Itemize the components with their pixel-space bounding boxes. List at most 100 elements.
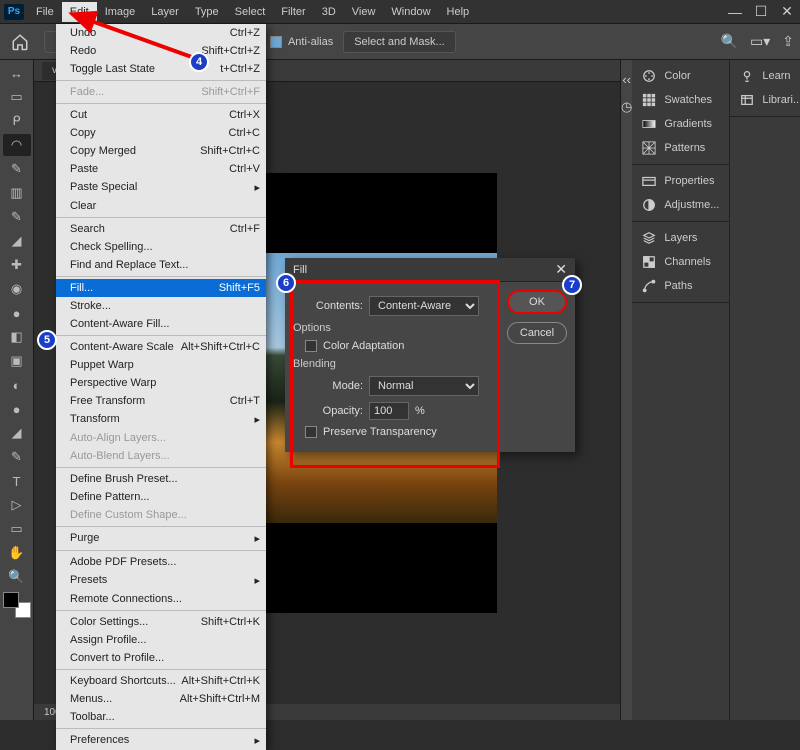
menu-item-define-brush-preset---[interactable]: Define Brush Preset... <box>56 470 266 488</box>
menu-item-assign-profile---[interactable]: Assign Profile... <box>56 631 266 649</box>
tool-10[interactable]: ● <box>3 302 31 324</box>
menu-item-purge[interactable]: Purge▸ <box>56 529 266 548</box>
select-and-mask-button[interactable]: Select and Mask... <box>343 31 456 53</box>
menu-item-preferences[interactable]: Preferences▸ <box>56 731 266 750</box>
menu-item-cut[interactable]: CutCtrl+X <box>56 106 266 124</box>
close-button[interactable]: ✕ <box>774 0 800 24</box>
panel-layers[interactable]: Layers <box>632 226 729 250</box>
share-icon[interactable]: ⇪ <box>782 33 794 50</box>
panel-paths[interactable]: Paths <box>632 274 729 298</box>
ok-button[interactable]: OK <box>507 290 567 314</box>
tool-8[interactable]: ✚ <box>3 254 31 276</box>
menu-3d[interactable]: 3D <box>314 2 344 22</box>
tool-11[interactable]: ◧ <box>3 326 31 348</box>
panel-color[interactable]: Color <box>632 64 729 88</box>
menu-item-clear[interactable]: Clear <box>56 197 266 215</box>
cancel-button[interactable]: Cancel <box>507 322 567 344</box>
maximize-button[interactable]: ☐ <box>748 0 774 24</box>
collapse-toggle-icon[interactable]: ‹‹ <box>622 72 631 87</box>
panel-label: Adjustme... <box>664 199 719 211</box>
menu-item-menus---[interactable]: Menus...Alt+Shift+Ctrl+M <box>56 690 266 708</box>
tool-5[interactable]: ▥ <box>3 182 31 204</box>
dialog-titlebar[interactable]: Fill ✕ <box>285 258 575 282</box>
home-button[interactable] <box>6 28 34 56</box>
patterns-icon <box>642 141 656 155</box>
tool-18[interactable]: ▷ <box>3 494 31 516</box>
menu-item-transform[interactable]: Transform▸ <box>56 410 266 429</box>
color-adaptation-checkbox[interactable]: Color Adaptation <box>305 340 501 352</box>
menu-item-content-aware-scale[interactable]: Content-Aware ScaleAlt+Shift+Ctrl+C <box>56 338 266 356</box>
menu-item-convert-to-profile---[interactable]: Convert to Profile... <box>56 649 266 667</box>
tool-19[interactable]: ▭ <box>3 518 31 540</box>
search-icon[interactable]: 🔍 <box>721 33 738 50</box>
dialog-close-icon[interactable]: ✕ <box>555 261 567 278</box>
layers-icon <box>642 231 656 245</box>
menu-window[interactable]: Window <box>383 2 438 22</box>
tool-7[interactable]: ◢ <box>3 230 31 252</box>
menu-item-presets[interactable]: Presets▸ <box>56 571 266 590</box>
menu-item-define-pattern---[interactable]: Define Pattern... <box>56 488 266 506</box>
tool-16[interactable]: ✎ <box>3 446 31 468</box>
menu-help[interactable]: Help <box>439 2 478 22</box>
tool-0[interactable]: ↔ <box>3 62 31 84</box>
panel-learn[interactable]: Learn <box>730 64 800 88</box>
minimize-button[interactable]: — <box>722 0 748 24</box>
panel-gradients[interactable]: Gradients <box>632 112 729 136</box>
tool-4[interactable]: ✎ <box>3 158 31 180</box>
menu-item-fill---[interactable]: Fill...Shift+F5 <box>56 279 266 297</box>
adjust-icon <box>642 198 656 212</box>
menu-item-content-aware-fill---[interactable]: Content-Aware Fill... <box>56 315 266 333</box>
panel-label: Gradients <box>664 118 712 130</box>
antialias-checkbox[interactable]: Anti-alias <box>270 36 333 48</box>
panel-swatches[interactable]: Swatches <box>632 88 729 112</box>
menu-item-adobe-pdf-presets---[interactable]: Adobe PDF Presets... <box>56 553 266 571</box>
opacity-input[interactable] <box>369 402 409 420</box>
menu-item-puppet-warp[interactable]: Puppet Warp <box>56 356 266 374</box>
menu-file[interactable]: File <box>28 2 62 22</box>
menu-item-keyboard-shortcuts---[interactable]: Keyboard Shortcuts...Alt+Shift+Ctrl+K <box>56 672 266 690</box>
menu-item-toolbar---[interactable]: Toolbar... <box>56 708 266 726</box>
tool-20[interactable]: ✋ <box>3 542 31 564</box>
tool-1[interactable]: ▭ <box>3 86 31 108</box>
tool-21[interactable]: 🔍 <box>3 566 31 588</box>
menu-item-find-and-replace-text---[interactable]: Find and Replace Text... <box>56 256 266 274</box>
fg-color[interactable] <box>3 592 19 608</box>
menu-item-copy-merged[interactable]: Copy MergedShift+Ctrl+C <box>56 142 266 160</box>
panel-channels[interactable]: Channels <box>632 250 729 274</box>
menu-item-color-settings---[interactable]: Color Settings...Shift+Ctrl+K <box>56 613 266 631</box>
panel-group: ColorSwatches Gradients Patterns <box>632 60 729 165</box>
fg-bg-swatch[interactable] <box>3 592 31 618</box>
menu-item-paste-special[interactable]: Paste Special▸ <box>56 178 266 197</box>
tool-14[interactable]: ● <box>3 398 31 420</box>
tool-15[interactable]: ◢ <box>3 422 31 444</box>
tool-9[interactable]: ◉ <box>3 278 31 300</box>
history-icon[interactable]: ◷ <box>621 99 632 115</box>
workspace-icon[interactable]: ▭▾ <box>750 33 770 50</box>
tool-17[interactable]: T <box>3 470 31 492</box>
menu-item-perspective-warp[interactable]: Perspective Warp <box>56 374 266 392</box>
menu-item-search[interactable]: SearchCtrl+F <box>56 220 266 238</box>
tool-12[interactable]: ▣ <box>3 350 31 372</box>
menu-view[interactable]: View <box>344 2 384 22</box>
panel-properties[interactable]: Properties <box>632 169 729 193</box>
color-adapt-label: Color Adaptation <box>323 340 404 352</box>
mode-select[interactable]: Normal <box>369 376 479 396</box>
panel-adjustme[interactable]: Adjustme... <box>632 193 729 217</box>
step-marker-4: 4 <box>189 52 209 72</box>
menu-filter[interactable]: Filter <box>273 2 313 22</box>
tool-2[interactable]: ᑭ <box>3 110 31 132</box>
menu-select[interactable]: Select <box>227 2 274 22</box>
menu-item-copy[interactable]: CopyCtrl+C <box>56 124 266 142</box>
panel-librari[interactable]: Librari... <box>730 88 800 112</box>
menu-item-stroke---[interactable]: Stroke... <box>56 297 266 315</box>
menu-item-remote-connections---[interactable]: Remote Connections... <box>56 590 266 608</box>
preserve-transparency-checkbox[interactable]: Preserve Transparency <box>305 426 501 438</box>
contents-select[interactable]: Content-Aware <box>369 296 479 316</box>
menu-item-paste[interactable]: PasteCtrl+V <box>56 160 266 178</box>
tool-6[interactable]: ✎ <box>3 206 31 228</box>
panel-patterns[interactable]: Patterns <box>632 136 729 160</box>
menu-item-check-spelling---[interactable]: Check Spelling... <box>56 238 266 256</box>
tool-13[interactable]: ◐ <box>3 374 31 396</box>
menu-item-free-transform[interactable]: Free TransformCtrl+T <box>56 392 266 410</box>
tool-3[interactable]: ◠ <box>3 134 31 156</box>
